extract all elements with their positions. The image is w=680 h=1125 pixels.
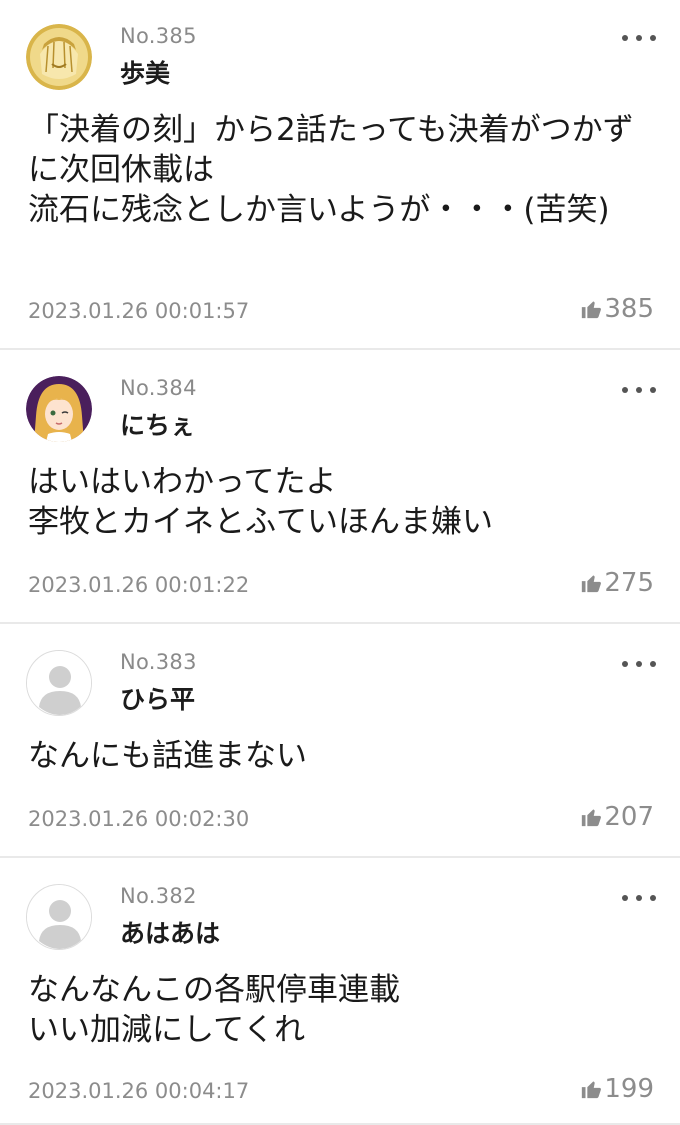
thumbs-up-icon [582,809,602,827]
comment-item: No.384 にちぇ はいはいわかってたよ 李牧とカイネとふていほんま嫌い 20… [0,352,680,624]
like-count: 385 [604,294,654,324]
avatar[interactable] [26,650,92,716]
more-options-icon[interactable] [622,378,656,402]
like-count: 199 [604,1074,654,1104]
comment-item: No.385 歩美 「決着の刻」から2話たっても決着がつかずに次回休載は 流石に… [0,0,680,350]
comment-body: 「決着の刻」から2話たっても決着がつかずに次回休載は 流石に残念としか言いようが… [28,112,634,228]
comment-body: なんにも話進まない [28,738,307,774]
avatar[interactable] [26,884,92,950]
avatar[interactable] [26,24,92,90]
timestamp: 2023.01.26 00:01:57 [28,299,250,323]
anime-gold-icon [26,24,92,90]
anime-girl-icon [26,376,92,442]
timestamp: 2023.01.26 00:02:30 [28,807,250,831]
comment-body: なんなんこの各駅停車連載 いい加減にしてくれ [28,972,400,1048]
thumbs-up-icon [582,1081,602,1099]
comment-body: はいはいわかってたよ 李牧とカイネとふていほんま嫌い [28,464,493,540]
user-name[interactable]: ひら平 [120,680,195,716]
comment-item: No.382 あはあは なんなんこの各駅停車連載 いい加減にしてくれ 2023.… [0,860,680,1125]
comment-item: No.383 ひら平 なんにも話進まない 2023.01.26 00:02:30… [0,626,680,858]
user-name[interactable]: 歩美 [120,54,170,90]
comment-number: No.383 [120,650,197,674]
timestamp: 2023.01.26 00:04:17 [28,1079,250,1103]
like-button[interactable]: 207 [580,802,654,832]
like-button[interactable]: 385 [580,294,654,324]
avatar[interactable] [26,376,92,442]
default-user-icon [27,885,91,949]
like-button[interactable]: 199 [580,1074,654,1104]
comment-number: No.384 [120,376,197,400]
user-name[interactable]: あはあは [120,914,220,950]
like-button[interactable]: 275 [580,568,654,598]
thumbs-up-icon [582,301,602,319]
user-name[interactable]: にちぇ [120,406,195,442]
comment-number: No.382 [120,884,197,908]
like-count: 207 [604,802,654,832]
more-options-icon[interactable] [622,652,656,676]
thumbs-up-icon [582,575,602,593]
more-options-icon[interactable] [622,886,656,910]
comment-number: No.385 [120,24,197,48]
like-count: 275 [604,568,654,598]
default-user-icon [27,651,91,715]
timestamp: 2023.01.26 00:01:22 [28,573,250,597]
more-options-icon[interactable] [622,26,656,50]
